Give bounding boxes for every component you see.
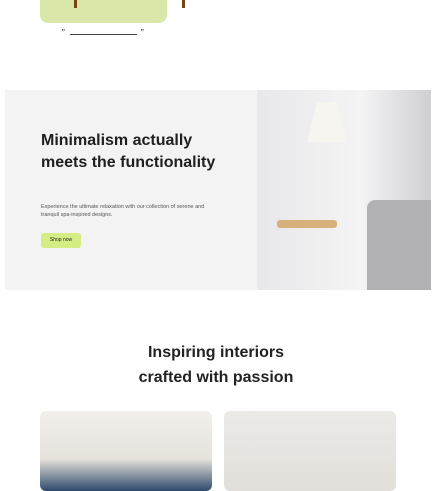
hero-title: Minimalism actually meets the functional… xyxy=(41,132,216,171)
chair-leg xyxy=(182,0,185,8)
section-title: Inspiring interiors crafted with passion xyxy=(0,340,432,390)
quote-line xyxy=(70,34,137,35)
quote-open: ” xyxy=(61,28,65,39)
hero-photo xyxy=(257,90,431,290)
section-title-line2: crafted with passion xyxy=(138,369,294,386)
hero-banner: Minimalism actually meets the functional… xyxy=(5,90,431,290)
quote-close: ” xyxy=(140,28,144,39)
section-title-line1: Inspiring interiors xyxy=(147,344,284,361)
lamp-shade xyxy=(307,102,347,142)
product-card-image xyxy=(40,0,167,23)
bed xyxy=(367,200,431,290)
shop-now-button[interactable]: Shop now xyxy=(41,233,81,248)
hero-description: Experience the ultimate relaxation with … xyxy=(41,204,205,218)
interior-card[interactable] xyxy=(224,411,396,491)
side-table xyxy=(277,220,337,228)
chair-leg xyxy=(74,0,77,8)
interior-card[interactable] xyxy=(40,411,212,491)
